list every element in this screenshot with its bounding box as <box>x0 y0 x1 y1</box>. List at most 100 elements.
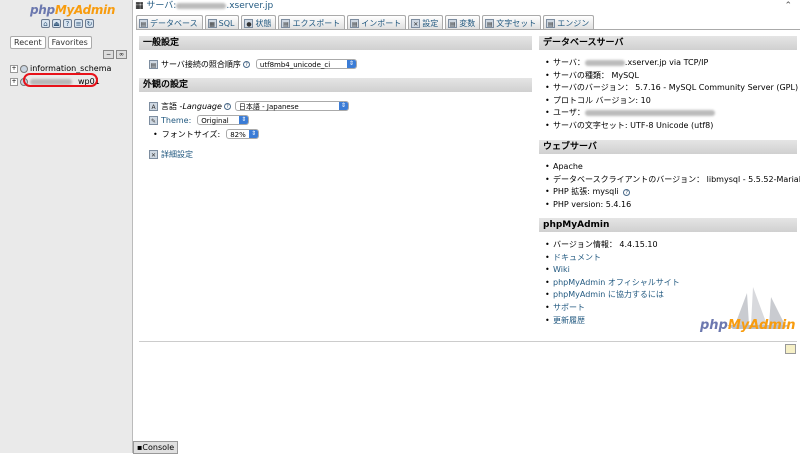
panel-title: ウェブサーバ <box>539 140 797 154</box>
navigation-panel: phpMyAdmin ⌂ ⏏ ? ≡ ↻ Recent Favorites − … <box>0 0 133 453</box>
language-label-en: Language <box>182 101 222 111</box>
list-item: サーバの文字セット: UTF-8 Unicode (utf8) <box>545 120 797 133</box>
database-server-panel: データベースサーバ サーバ：.xserver.jp via TCP/IP サーバ… <box>539 36 798 133</box>
panel-title: データベースサーバ <box>539 36 797 50</box>
expand-icon[interactable]: + <box>10 64 18 73</box>
tab-variables[interactable]: ▤ 変数 <box>445 15 481 30</box>
fontsize-select[interactable]: 82% ⇕ <box>226 129 260 139</box>
chevron-down-icon: ⇕ <box>338 102 348 110</box>
tab-sql[interactable]: ▦ SQL <box>204 15 240 30</box>
phpmyadmin-logo[interactable]: phpMyAdmin <box>30 3 115 17</box>
tab-charsets[interactable]: ▤ 文字セット <box>482 15 542 30</box>
docs-icon[interactable]: ? <box>63 19 72 28</box>
status-icon: ● <box>244 18 254 28</box>
recent-tab[interactable]: Recent <box>10 36 46 49</box>
general-settings-panel: 一般設定 ▤ サーバ接続の照合順序 ? utf8mb4_unicode_ci ⇕ <box>139 36 532 71</box>
bullet: • <box>153 129 158 139</box>
breadcrumb-host[interactable]: .xserver.jp <box>226 1 273 11</box>
phpmyadmin-wordmark: phpMyAdmin <box>700 318 796 333</box>
theme-link[interactable]: Theme: <box>161 116 191 125</box>
collation-row: ▤ サーバ接続の照合順序 ? utf8mb4_unicode_ci ⇕ <box>139 57 532 71</box>
settings-icon: ✕ <box>411 18 421 28</box>
collapse-controls: − ∞ <box>103 50 127 59</box>
breadcrumb: ▦ サーバ: .xserver.jp <box>135 0 800 13</box>
divider <box>139 341 797 342</box>
theme-select[interactable]: Original ⇕ <box>197 115 250 125</box>
fontsize-label: フォントサイズ: <box>161 129 221 139</box>
engine-icon: ▤ <box>546 18 556 28</box>
charset-icon: ▤ <box>485 18 495 28</box>
database-icon <box>20 64 28 73</box>
redacted-text <box>584 109 715 116</box>
collapse-all-button[interactable]: − <box>103 50 114 59</box>
list-item: データベースクライアントのバージョン： libmysql - 5.5.52-Ma… <box>545 174 800 187</box>
collation-icon: ▤ <box>149 59 158 69</box>
list-item: ユーザ： <box>545 107 797 120</box>
server-icon: ▦ <box>135 1 144 11</box>
tab-databases[interactable]: ▤ データベース <box>136 15 203 30</box>
list-item: バージョン情報： 4.4.15.10 <box>545 239 797 252</box>
panel-title: phpMyAdmin <box>539 218 797 232</box>
documentation-link[interactable]: ドキュメント <box>545 252 797 265</box>
web-server-panel: ウェブサーバ Apache データベースクライアントのバージョン： libmys… <box>539 140 800 212</box>
tab-export[interactable]: ▤ エクスポート <box>278 15 346 30</box>
link-with-main-button[interactable]: ∞ <box>116 50 127 59</box>
language-label: 言語 - <box>161 101 183 111</box>
list-item: サーバの種類： MySQL <box>545 70 797 83</box>
console-toggle[interactable]: ▪Console <box>133 441 179 454</box>
reload-icon[interactable]: ↻ <box>85 19 94 28</box>
highlight-annotation <box>23 73 98 87</box>
language-select[interactable]: 日本語 - Japanese ⇕ <box>234 101 349 111</box>
web-server-info-list: Apache データベースクライアントのバージョン： libmysql - 5.… <box>539 154 800 212</box>
tab-status[interactable]: ● 状態 <box>241 15 277 30</box>
panel-title: 一般設定 <box>139 36 532 50</box>
tab-engines[interactable]: ▤ エンジン <box>543 15 595 30</box>
help-icon[interactable]: ? <box>223 102 231 110</box>
breadcrumb-server-label[interactable]: サーバ: <box>146 1 176 11</box>
db-server-info-list: サーバ：.xserver.jp via TCP/IP サーバの種類： MySQL… <box>539 50 798 133</box>
sql-icon[interactable]: ≡ <box>74 19 83 28</box>
chevron-down-icon: ⇕ <box>346 60 356 68</box>
database-item-information-schema[interactable]: + information_schema <box>10 64 111 73</box>
sql-icon: ▦ <box>207 18 217 28</box>
list-item: サーバ：.xserver.jp via TCP/IP <box>545 57 797 70</box>
nav-icon-bar: ⌂ ⏏ ? ≡ ↻ <box>41 19 94 28</box>
tab-divider <box>136 29 800 30</box>
home-icon[interactable]: ⌂ <box>41 19 50 28</box>
theme-row: ✎ Theme: Original ⇕ <box>139 113 532 127</box>
exit-icon[interactable]: ⏏ <box>52 19 61 28</box>
main-tabs: ▤ データベース ▦ SQL ● 状態 ▤ エクスポート ▤ インポート ✕ 設定 ▤ 変数 … <box>136 15 595 30</box>
variables-icon: ▤ <box>448 18 458 28</box>
list-item: PHP version: 5.4.16 <box>545 199 797 212</box>
chevron-down-icon: ⇕ <box>239 116 249 124</box>
theme-icon: ✎ <box>149 115 158 125</box>
appearance-settings-panel: 外観の設定 A 言語 - Language ? 日本語 - Japanese ⇕ … <box>139 78 532 161</box>
wrench-icon: ✕ <box>149 149 158 159</box>
recent-favorites-tabs: Recent Favorites <box>10 36 92 49</box>
db-icon: ▤ <box>139 18 148 28</box>
chevron-down-icon: ⇕ <box>249 130 259 138</box>
collation-label: サーバ接続の照合順序 <box>161 59 241 69</box>
tab-settings[interactable]: ✕ 設定 <box>408 15 444 30</box>
more-settings-link[interactable]: 詳細設定 <box>161 149 193 160</box>
help-icon[interactable]: ? <box>623 189 631 197</box>
help-icon[interactable]: ? <box>242 60 250 68</box>
language-row: A 言語 - Language ? 日本語 - Japanese ⇕ <box>139 99 532 113</box>
expand-icon[interactable]: + <box>10 77 18 86</box>
list-item: サーバのバージョン： 5.7.16 - MySQL Community Serv… <box>545 82 798 95</box>
tab-import[interactable]: ▤ インポート <box>347 15 407 30</box>
more-settings-row: ✕ 詳細設定 <box>139 147 532 161</box>
favorites-tab[interactable]: Favorites <box>47 36 92 49</box>
import-icon: ▤ <box>350 18 360 28</box>
export-icon: ▤ <box>281 18 291 28</box>
redacted-text <box>584 59 625 66</box>
notepad-icon[interactable] <box>785 344 796 354</box>
list-item: PHP 拡張: mysqli ? <box>545 186 797 199</box>
redacted-text <box>176 2 227 9</box>
fontsize-row: • フォントサイズ: 82% ⇕ <box>139 127 532 141</box>
collapse-top-icon[interactable]: ⌃ <box>784 1 792 11</box>
wiki-link[interactable]: Wiki <box>545 264 797 277</box>
list-item: Apache <box>545 161 797 174</box>
collation-select[interactable]: utf8mb4_unicode_ci ⇕ <box>255 59 357 69</box>
database-name[interactable]: information_schema <box>30 64 111 73</box>
